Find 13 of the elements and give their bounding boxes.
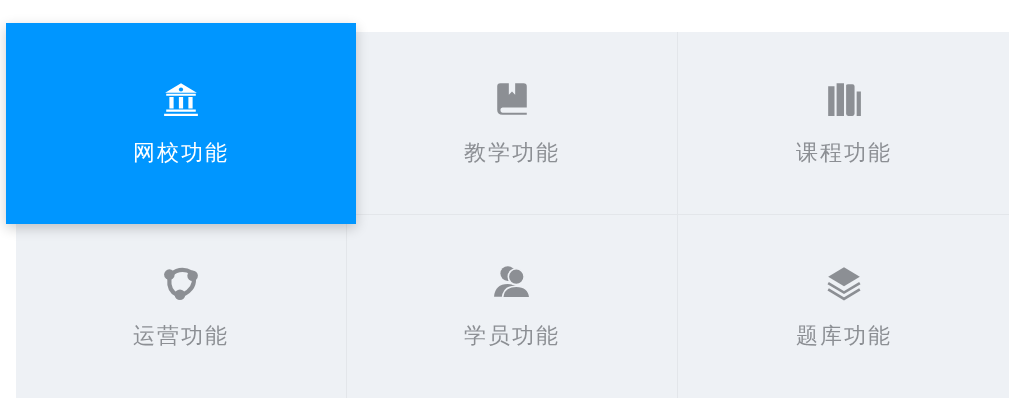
- feature-label: 网校功能: [133, 139, 229, 167]
- feature-tile[interactable]: 课程功能: [688, 42, 999, 204]
- feature-label: 教学功能: [464, 139, 560, 167]
- feature-label: 运营功能: [133, 322, 229, 350]
- feature-tile[interactable]: 教学功能: [357, 42, 667, 204]
- feature-tile[interactable]: 运营功能: [26, 225, 336, 388]
- feature-label: 学员功能: [464, 322, 560, 350]
- feature-label: 课程功能: [795, 139, 892, 167]
- feature-tile[interactable]: 学员功能: [357, 225, 667, 388]
- bank-icon: [162, 80, 200, 118]
- feature-tile[interactable]: 网校功能: [6, 23, 356, 224]
- feature-tile[interactable]: 题库功能: [688, 225, 999, 388]
- feature-label: 题库功能: [795, 322, 892, 350]
